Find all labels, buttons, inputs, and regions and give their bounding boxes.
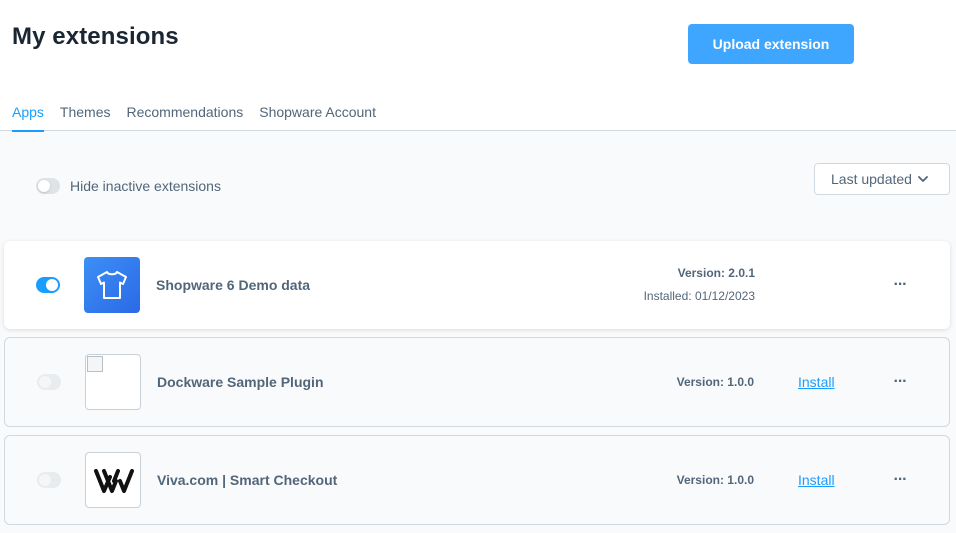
extension-active-toggle[interactable] — [37, 472, 61, 488]
toggle-knob — [46, 279, 58, 291]
page-header: My extensions Upload extension Apps Them… — [0, 0, 956, 132]
sort-select[interactable]: Last updated — [814, 163, 950, 195]
chevron-down-icon — [918, 175, 928, 182]
install-link[interactable]: Install — [798, 472, 835, 488]
extension-menu-button[interactable]: ··· — [890, 275, 910, 295]
extension-name: Viva.com | Smart Checkout — [157, 472, 338, 488]
viva-logo-icon — [94, 469, 134, 493]
extension-version: Version: 1.0.0 — [676, 375, 754, 389]
tab-recommendations[interactable]: Recommendations — [127, 103, 244, 131]
extension-name: Shopware 6 Demo data — [156, 277, 311, 293]
tab-apps[interactable]: Apps — [12, 103, 44, 132]
extension-card: Dockware Sample Plugin Version: 1.0.0 In… — [4, 337, 950, 427]
toggle-knob — [39, 474, 51, 486]
tab-shopware-account[interactable]: Shopware Account — [259, 103, 376, 131]
extension-version: Version: 2.0.1 — [677, 266, 755, 280]
toggle-knob — [39, 376, 51, 388]
extension-menu-button[interactable]: ··· — [890, 372, 910, 392]
broken-image-icon — [87, 356, 103, 372]
extension-active-toggle[interactable] — [37, 374, 61, 390]
extension-active-toggle[interactable] — [36, 277, 60, 293]
tshirt-icon — [97, 271, 127, 299]
toggle-knob — [38, 180, 50, 192]
extension-name: Dockware Sample Plugin — [157, 374, 324, 390]
page-title: My extensions — [12, 23, 179, 50]
upload-extension-button[interactable]: Upload extension — [688, 24, 854, 64]
sort-select-value: Last updated — [831, 171, 912, 187]
hide-inactive-toggle[interactable] — [36, 178, 60, 194]
hide-inactive-label: Hide inactive extensions — [70, 178, 221, 194]
extension-icon — [85, 354, 141, 410]
tab-bar: Apps Themes Recommendations Shopware Acc… — [12, 103, 376, 132]
install-link[interactable]: Install — [798, 374, 835, 390]
tab-themes[interactable]: Themes — [60, 103, 111, 131]
extension-icon — [84, 257, 140, 313]
extension-version: Version: 1.0.0 — [676, 473, 754, 487]
extension-icon — [85, 452, 141, 508]
extension-installed-date: Installed: 01/12/2023 — [643, 289, 755, 303]
extension-menu-button[interactable]: ··· — [890, 470, 910, 490]
extension-card: Viva.com | Smart Checkout Version: 1.0.0… — [4, 435, 950, 525]
extension-card: Shopware 6 Demo data Version: 2.0.1 Inst… — [4, 241, 950, 329]
